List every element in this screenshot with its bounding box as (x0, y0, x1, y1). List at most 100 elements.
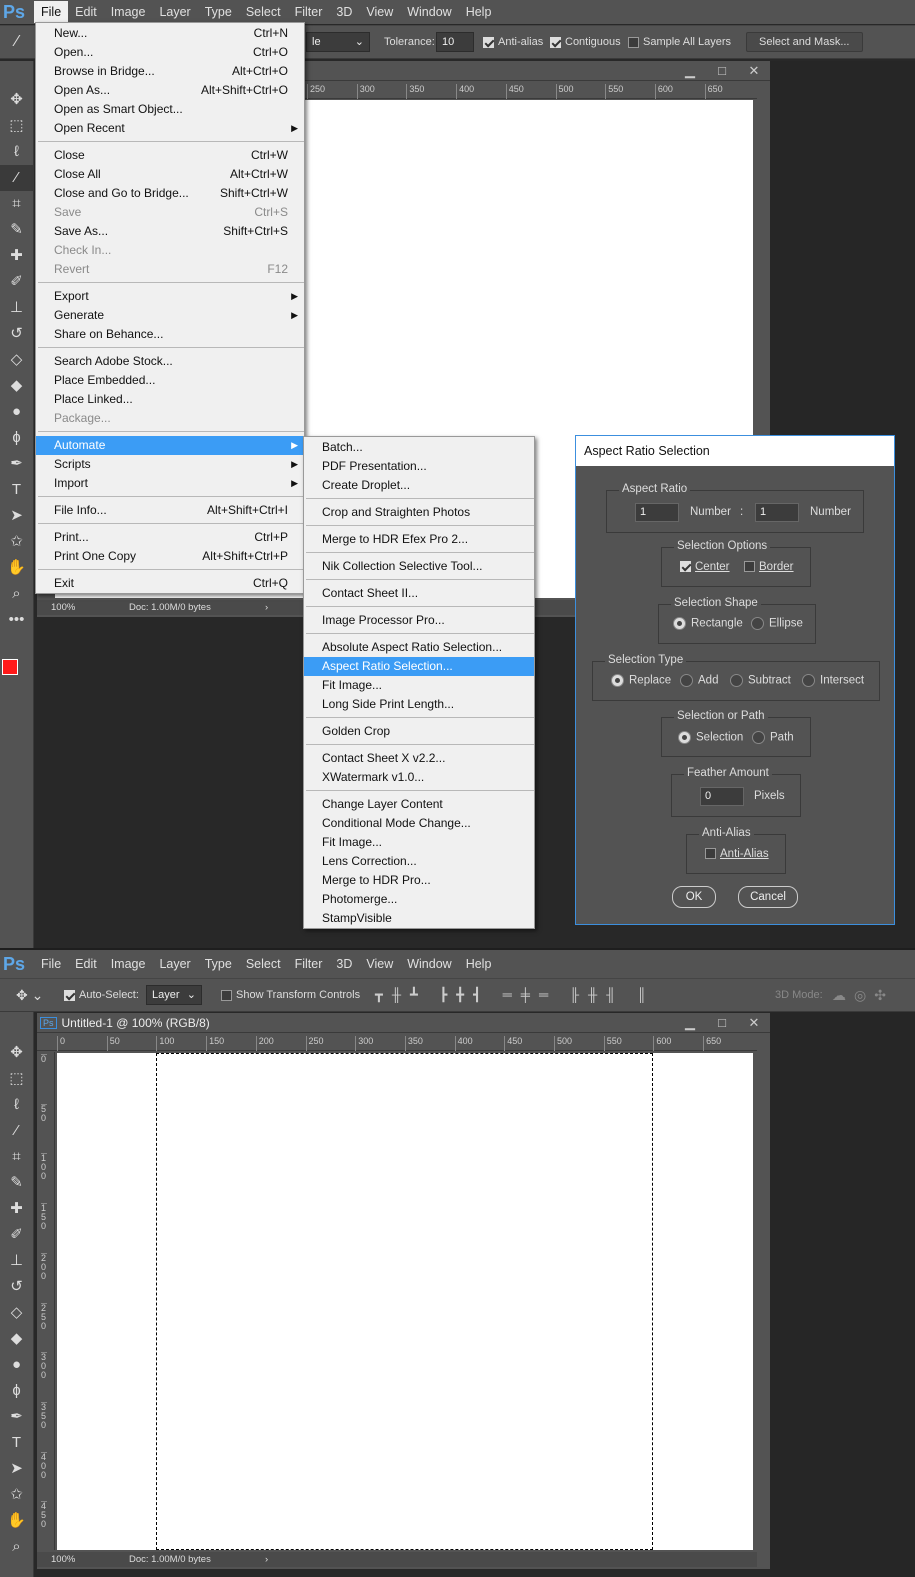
intersect-radio[interactable]: Intersect (802, 674, 864, 687)
history-brush-tool-icon[interactable]: ↺ (0, 1274, 33, 1300)
minimize-button[interactable]: ▁ (674, 1013, 706, 1033)
path-select-tool-icon[interactable]: ➤ (0, 503, 33, 529)
status-arrow-icon[interactable]: › (265, 1554, 268, 1565)
menu-item[interactable]: Save Ctrl+S (36, 203, 304, 222)
menu-item[interactable]: Exit Ctrl+Q (36, 574, 304, 593)
ratio-a-input[interactable]: 1 (635, 503, 679, 522)
type-tool-icon[interactable]: T (0, 1430, 33, 1456)
paint-bucket-tool-icon[interactable]: ◆ (0, 373, 33, 399)
menu-item[interactable]: Package... (36, 409, 304, 428)
menu-item[interactable]: Golden Crop (304, 722, 534, 741)
menu-item[interactable]: Save As... Shift+Ctrl+S (36, 222, 304, 241)
menu-item[interactable]: Check In... (36, 241, 304, 260)
dodge-tool-icon[interactable]: ɸ (0, 425, 33, 451)
auto-select-checkbox[interactable]: Auto-Select: (64, 989, 139, 1001)
pen-tool-icon[interactable]: ✒ (0, 451, 33, 477)
align-distribute-icons[interactable]: ┳╫┻ ┣╋┫ ═╪═ ╟╫╢ ║ (375, 987, 655, 1003)
menu-item[interactable]: Print One Copy Alt+Shift+Ctrl+P (36, 547, 304, 566)
border-checkbox[interactable]: Border (744, 561, 794, 573)
menu-item[interactable]: Merge to HDR Pro... (304, 871, 534, 890)
brush-tool-icon[interactable]: ✐ (0, 1222, 33, 1248)
blur-tool-icon[interactable]: ● (0, 1352, 33, 1378)
menu-item[interactable]: Automate ▶ (36, 436, 304, 455)
menu-item[interactable]: Close Ctrl+W (36, 146, 304, 165)
menu-edit[interactable]: Edit (68, 953, 104, 975)
menu-item[interactable]: StampVisible (304, 909, 534, 928)
close-button[interactable]: ✕ (738, 1013, 770, 1033)
menu-item[interactable]: Import ▶ (36, 474, 304, 493)
menu-item[interactable]: Image Processor Pro... (304, 611, 534, 630)
subtract-radio[interactable]: Subtract (730, 674, 791, 687)
dodge-tool-icon[interactable]: ɸ (0, 1378, 33, 1404)
ratio-b-input[interactable]: 1 (755, 503, 799, 522)
rectangle-radio[interactable]: Rectangle (673, 617, 743, 630)
magic-wand-tool-icon[interactable]: ⁄ (0, 165, 33, 191)
marquee-tool-icon[interactable]: ⬚ (0, 113, 33, 139)
sample-all-layers-checkbox[interactable]: Sample All Layers (628, 36, 731, 48)
menu-item[interactable]: Place Linked... (36, 390, 304, 409)
menu-item[interactable]: Open... Ctrl+O (36, 43, 304, 62)
lasso-tool-icon[interactable]: ℓ (0, 139, 33, 165)
menu-item[interactable]: XWatermark v1.0... (304, 768, 534, 787)
center-checkbox[interactable]: Center (680, 561, 730, 573)
zoom-tool-icon[interactable]: ⌕ (0, 581, 33, 607)
menu-view[interactable]: View (359, 1, 400, 23)
menu-item[interactable]: Fit Image... (304, 833, 534, 852)
menu-file[interactable]: File (34, 953, 68, 975)
maximize-button[interactable]: □ (706, 61, 738, 81)
shape-tool-icon[interactable]: ✩ (0, 1482, 33, 1508)
paint-bucket-tool-icon[interactable]: ◆ (0, 1326, 33, 1352)
ok-button[interactable]: OK (672, 886, 716, 908)
menu-item[interactable]: Absolute Aspect Ratio Selection... (304, 638, 534, 657)
menu-layer[interactable]: Layer (152, 1, 197, 23)
menu-help[interactable]: Help (459, 953, 499, 975)
show-transform-controls-checkbox[interactable]: Show Transform Controls (221, 989, 360, 1001)
zoom-level[interactable]: 100% (37, 602, 107, 613)
menu-type[interactable]: Type (198, 1, 239, 23)
maximize-button[interactable]: □ (706, 1013, 738, 1033)
stamp-tool-icon[interactable]: ⊥ (0, 1248, 33, 1274)
status-arrow-icon[interactable]: › (265, 602, 268, 613)
more-tools-icon[interactable]: ••• (0, 607, 33, 633)
menu-window[interactable]: Window (400, 953, 458, 975)
eyedropper-tool-icon[interactable]: ✎ (0, 1170, 33, 1196)
hand-tool-icon[interactable]: ✋ (0, 1508, 33, 1534)
menu-item[interactable]: Contact Sheet X v2.2... (304, 749, 534, 768)
healing-tool-icon[interactable]: ✚ (0, 243, 33, 269)
menu-item[interactable]: Merge to HDR Efex Pro 2... (304, 530, 534, 549)
pen-tool-icon[interactable]: ✒ (0, 1404, 33, 1430)
menu-item[interactable]: PDF Presentation... (304, 457, 534, 476)
menu-item[interactable]: Contact Sheet II... (304, 584, 534, 603)
healing-tool-icon[interactable]: ✚ (0, 1196, 33, 1222)
zoom-tool-icon[interactable]: ⌕ (0, 1534, 33, 1560)
menu-item[interactable]: Close All Alt+Ctrl+W (36, 165, 304, 184)
document-tab-title[interactable]: Untitled-1 @ 100% (RGB/8) (62, 1016, 210, 1030)
menu-image[interactable]: Image (104, 1, 153, 23)
menu-filter[interactable]: Filter (288, 1, 330, 23)
layer-select[interactable]: Layer ⌄ (146, 985, 202, 1005)
menu-3d[interactable]: 3D (329, 953, 359, 975)
menu-item[interactable]: Revert F12 (36, 260, 304, 279)
menu-item[interactable]: Fit Image... (304, 676, 534, 695)
menu-file[interactable]: File (34, 1, 69, 23)
anti-alias-checkbox[interactable]: Anti-alias (483, 36, 543, 48)
menu-item[interactable]: Print... Ctrl+P (36, 528, 304, 547)
menu-item[interactable]: File Info... Alt+Shift+Ctrl+I (36, 501, 304, 520)
menu-item[interactable]: Change Layer Content (304, 795, 534, 814)
crop-tool-icon[interactable]: ⌗ (0, 1144, 33, 1170)
menu-item[interactable]: Search Adobe Stock... (36, 352, 304, 371)
blur-tool-icon[interactable]: ● (0, 399, 33, 425)
menu-3d[interactable]: 3D (329, 1, 359, 23)
menu-item[interactable]: Open as Smart Object... (36, 100, 304, 119)
menu-item[interactable]: Export ▶ (36, 287, 304, 306)
minimize-button[interactable]: ▁ (674, 61, 706, 81)
tolerance-input[interactable]: 10 (436, 32, 474, 52)
eraser-tool-icon[interactable]: ◇ (0, 347, 33, 373)
cancel-button[interactable]: Cancel (738, 886, 798, 908)
menu-item[interactable]: Nik Collection Selective Tool... (304, 557, 534, 576)
move-tool-icon[interactable]: ✥ (0, 1040, 33, 1066)
menu-edit[interactable]: Edit (68, 1, 104, 23)
stamp-tool-icon[interactable]: ⊥ (0, 295, 33, 321)
menu-item[interactable]: Share on Behance... (36, 325, 304, 344)
move-tool-icon[interactable]: ✥ ⌄ (0, 987, 50, 1004)
